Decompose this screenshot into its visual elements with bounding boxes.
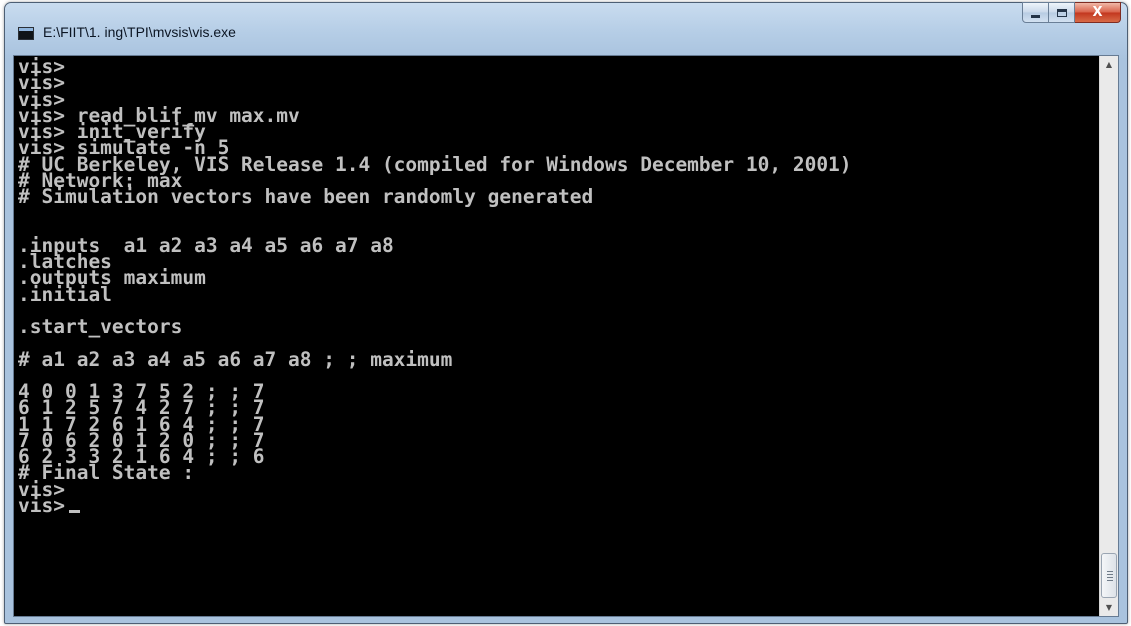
- console-line: .inputs a1 a2 a3 a4 a5 a6 a7 a8: [18, 233, 394, 257]
- console-line: vis>: [18, 56, 65, 78]
- console-line: vis>: [18, 496, 1099, 515]
- thumb-grip-line: [1107, 580, 1113, 581]
- thumb-grip-line: [1107, 577, 1113, 578]
- vertical-scrollbar[interactable]: ▲ ▼: [1099, 56, 1118, 616]
- maximize-icon: [1056, 8, 1067, 17]
- thumb-grip-line: [1107, 574, 1113, 575]
- close-button[interactable]: X: [1075, 2, 1121, 23]
- thumb-grip-line: [1107, 571, 1113, 572]
- close-icon: X: [1092, 5, 1103, 20]
- console-client-area: vis> vis> vis> vis> read_blif_mv max.mv vis>…: [13, 55, 1119, 617]
- window-controls: X: [1022, 2, 1121, 24]
- console-app-icon[interactable]: [18, 27, 34, 40]
- scroll-up-icon[interactable]: ▲: [1100, 56, 1118, 73]
- console-line: # Final State :: [18, 461, 195, 485]
- minimize-icon: [1031, 14, 1040, 18]
- title-bar[interactable]: E:\FIIT\1. ing\TPI\mvsis\vis.exe X: [5, 2, 1127, 55]
- console-line: # a1 a2 a3 a4 a5 a6 a7 a8 ; ; maximum: [18, 347, 453, 371]
- console-line: .start_vectors: [18, 315, 183, 338]
- minimize-button[interactable]: [1022, 2, 1049, 23]
- console-output[interactable]: vis> vis> vis> vis> read_blif_mv max.mv vis>…: [14, 56, 1099, 616]
- prompt-text: vis>: [18, 493, 65, 517]
- console-line: vis>: [18, 71, 65, 95]
- window-title: E:\FIIT\1. ing\TPI\mvsis\vis.exe: [43, 24, 236, 40]
- console-line: .outputs maximum: [18, 266, 206, 290]
- maximize-button[interactable]: [1049, 2, 1075, 23]
- console-window: E:\FIIT\1. ing\TPI\mvsis\vis.exe X vis> v…: [4, 2, 1128, 624]
- scrollbar-thumb[interactable]: [1101, 553, 1117, 598]
- console-line: # Simulation vectors have been randomly …: [18, 185, 594, 208]
- text-cursor: [68, 509, 80, 513]
- scroll-down-icon[interactable]: ▼: [1100, 599, 1118, 616]
